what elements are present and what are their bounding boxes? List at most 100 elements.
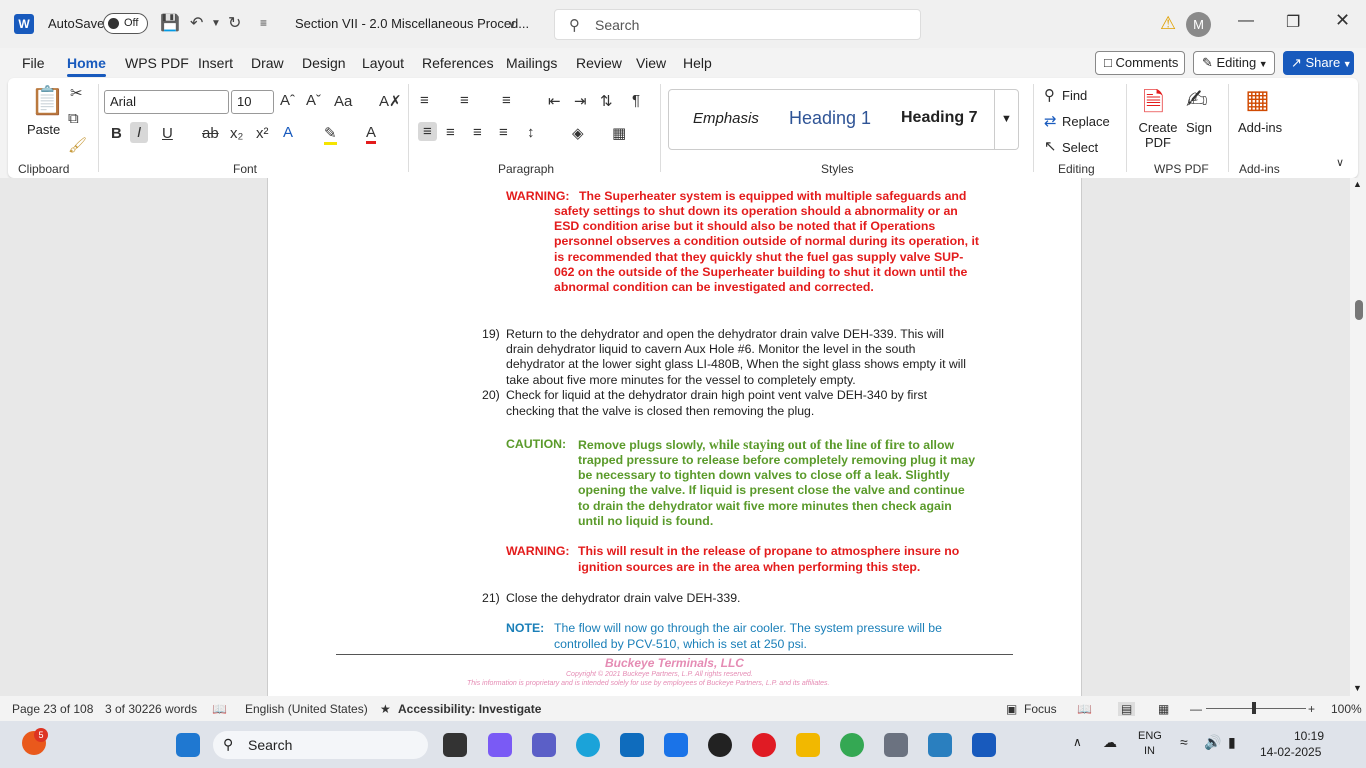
- align-right-icon[interactable]: ≡: [473, 124, 482, 141]
- language-status[interactable]: English (United States): [245, 702, 368, 716]
- style-heading-1[interactable]: Heading 1: [789, 108, 871, 129]
- grow-font-icon[interactable]: Aˆ: [280, 92, 295, 109]
- tab-references[interactable]: References: [422, 55, 494, 71]
- power-automate-icon[interactable]: [664, 733, 688, 757]
- text-effects-icon[interactable]: A: [283, 124, 293, 141]
- tab-file[interactable]: File: [22, 55, 45, 71]
- undo-icon[interactable]: ↶: [190, 13, 203, 33]
- web-layout-icon[interactable]: ▦: [1158, 702, 1169, 716]
- maximize-icon[interactable]: ❐: [1286, 12, 1300, 32]
- scroll-thumb[interactable]: [1355, 300, 1363, 320]
- tab-home[interactable]: Home: [67, 55, 106, 77]
- borders-icon[interactable]: ▦: [612, 124, 626, 142]
- change-case-icon[interactable]: Aa: [334, 93, 352, 110]
- print-layout-icon[interactable]: ▤: [1118, 702, 1136, 716]
- font-name-select[interactable]: Arial: [104, 90, 229, 114]
- clock-time[interactable]: 10:19: [1294, 729, 1324, 743]
- language-indicator[interactable]: ENG: [1138, 730, 1162, 742]
- multilevel-list-icon[interactable]: ≡: [502, 92, 511, 109]
- shrink-font-icon[interactable]: Aˇ: [306, 92, 321, 109]
- show-formatting-icon[interactable]: ¶: [632, 92, 640, 109]
- focus-button[interactable]: Focus: [1024, 702, 1057, 716]
- title-chevron-down-icon[interactable]: ∨: [508, 18, 516, 31]
- paste-icon[interactable]: 📋: [30, 84, 65, 117]
- chevron-up-icon[interactable]: ∧: [1073, 735, 1082, 749]
- share-button[interactable]: ↗ Share ▼: [1283, 51, 1354, 75]
- create-pdf-button[interactable]: Create PDF: [1137, 120, 1179, 150]
- read-mode-icon[interactable]: 📖: [1077, 702, 1092, 716]
- app-icon[interactable]: [884, 733, 908, 757]
- underline-icon[interactable]: U: [162, 125, 173, 142]
- opera-icon[interactable]: [752, 733, 776, 757]
- cut-icon[interactable]: ✂: [70, 84, 83, 102]
- zoom-out-icon[interactable]: —: [1190, 702, 1202, 716]
- tab-wps-pdf[interactable]: WPS PDF: [125, 55, 189, 71]
- document-page[interactable]: WARNING: The Superheater system is equip…: [267, 178, 1082, 696]
- store-icon[interactable]: [620, 733, 644, 757]
- tab-view[interactable]: View: [636, 55, 666, 71]
- page-count[interactable]: Page 23 of 108: [12, 702, 93, 716]
- undo-dropdown-icon[interactable]: ▼: [211, 18, 221, 29]
- word-count[interactable]: 3 of 30226 words: [105, 702, 197, 716]
- editing-mode-button[interactable]: ✎ Editing ▼: [1193, 51, 1275, 75]
- style-heading-7[interactable]: Heading 7: [901, 109, 977, 127]
- proofing-icon[interactable]: 📖: [212, 702, 227, 716]
- copilot-icon[interactable]: [488, 733, 512, 757]
- autosave-toggle[interactable]: Off: [103, 13, 148, 34]
- increase-indent-icon[interactable]: ⇥: [574, 92, 587, 110]
- align-left-icon[interactable]: ≡: [418, 122, 437, 141]
- file-explorer-icon[interactable]: [796, 733, 820, 757]
- edge-icon[interactable]: [576, 733, 600, 757]
- redo-icon[interactable]: ↻: [228, 13, 241, 33]
- decrease-indent-icon[interactable]: ⇤: [548, 92, 561, 110]
- select-icon[interactable]: ↖: [1044, 137, 1057, 155]
- styles-gallery[interactable]: Emphasis Heading 1 Heading 7 ▼: [668, 89, 1019, 150]
- wifi-icon[interactable]: ≈: [1180, 734, 1188, 750]
- superscript-icon[interactable]: x²: [256, 125, 269, 142]
- warning-icon[interactable]: ⚠: [1160, 13, 1176, 34]
- paste-button[interactable]: Paste: [27, 122, 60, 137]
- customize-quick-access-icon[interactable]: ≡: [260, 16, 267, 30]
- scroll-down-icon[interactable]: ▼: [1353, 683, 1362, 693]
- bullets-icon[interactable]: ≡: [420, 92, 429, 109]
- shading-icon[interactable]: ◈: [572, 124, 584, 142]
- format-painter-icon[interactable]: 🖌: [68, 136, 87, 154]
- close-icon[interactable]: ✕: [1335, 10, 1350, 31]
- sort-icon[interactable]: ⇅: [600, 92, 613, 110]
- comments-button[interactable]: □ Comments: [1095, 51, 1185, 75]
- italic-icon[interactable]: I: [130, 122, 149, 143]
- teams-icon[interactable]: [532, 733, 556, 757]
- clock-date[interactable]: 14-02-2025: [1260, 745, 1321, 759]
- align-center-icon[interactable]: ≡: [446, 124, 455, 141]
- collapse-ribbon-icon[interactable]: ∨: [1336, 156, 1344, 169]
- taskbar-search[interactable]: ⚲ Search: [213, 731, 428, 759]
- sign-button[interactable]: Sign: [1186, 120, 1212, 135]
- tab-insert[interactable]: Insert: [198, 55, 233, 71]
- replace-icon[interactable]: ⇄: [1044, 112, 1057, 130]
- volume-icon[interactable]: 🔊: [1204, 734, 1221, 751]
- zoom-slider-thumb[interactable]: [1252, 702, 1256, 714]
- search-input[interactable]: ⚲ Search: [554, 9, 921, 40]
- zoom-level[interactable]: 100%: [1331, 702, 1362, 716]
- sign-icon[interactable]: ✍: [1186, 84, 1208, 115]
- tab-mailings[interactable]: Mailings: [506, 55, 557, 71]
- addins-icon[interactable]: ▦: [1245, 84, 1270, 115]
- replace-button[interactable]: Replace: [1062, 114, 1110, 129]
- tab-review[interactable]: Review: [576, 55, 622, 71]
- strikethrough-icon[interactable]: ab: [202, 125, 219, 142]
- select-button[interactable]: Select: [1062, 140, 1098, 155]
- font-size-select[interactable]: 10: [231, 90, 274, 114]
- document-title[interactable]: Section VII - 2.0 Miscellaneous Proced..…: [295, 16, 529, 31]
- task-view-icon[interactable]: [443, 733, 467, 757]
- clear-formatting-icon[interactable]: A✗: [379, 92, 402, 110]
- avatar[interactable]: M: [1186, 12, 1211, 37]
- highlight-icon[interactable]: ✎: [324, 124, 337, 145]
- subscript-icon[interactable]: x₂: [230, 125, 243, 142]
- battery-icon[interactable]: ▮: [1228, 734, 1236, 751]
- network-tray-icon[interactable]: ☁: [1103, 734, 1117, 751]
- tab-draw[interactable]: Draw: [251, 55, 284, 71]
- chrome-icon[interactable]: [840, 733, 864, 757]
- tab-help[interactable]: Help: [683, 55, 712, 71]
- zoom-in-icon[interactable]: +: [1308, 702, 1315, 716]
- app-icon[interactable]: [928, 733, 952, 757]
